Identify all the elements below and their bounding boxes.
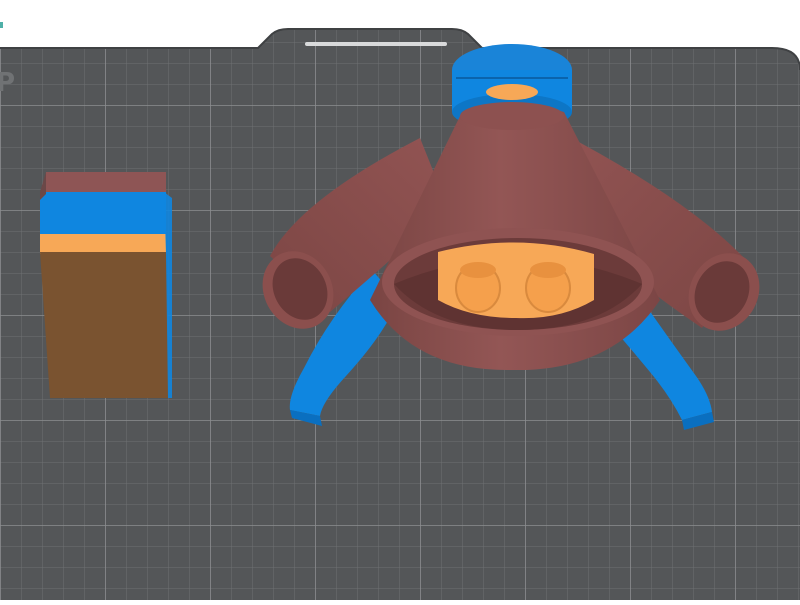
main-cone-top	[460, 102, 564, 130]
build-plate-label: P	[0, 70, 16, 96]
wipe-tower[interactable]	[40, 172, 172, 398]
nozzle-left-top	[460, 262, 496, 278]
wipe-tower-top-face	[46, 172, 166, 194]
viewport-canvas[interactable]	[0, 0, 800, 600]
viewport-corner-indicator	[0, 22, 3, 28]
nozzle-right-top	[530, 262, 566, 278]
wipe-tower-orange-layer	[40, 234, 166, 254]
3d-viewport[interactable]: P	[0, 0, 800, 600]
wipe-tower-blue-layer	[40, 192, 166, 236]
build-plate-handle	[305, 42, 447, 46]
wipe-tower-front-face	[40, 252, 170, 398]
nose-stem	[486, 84, 538, 100]
